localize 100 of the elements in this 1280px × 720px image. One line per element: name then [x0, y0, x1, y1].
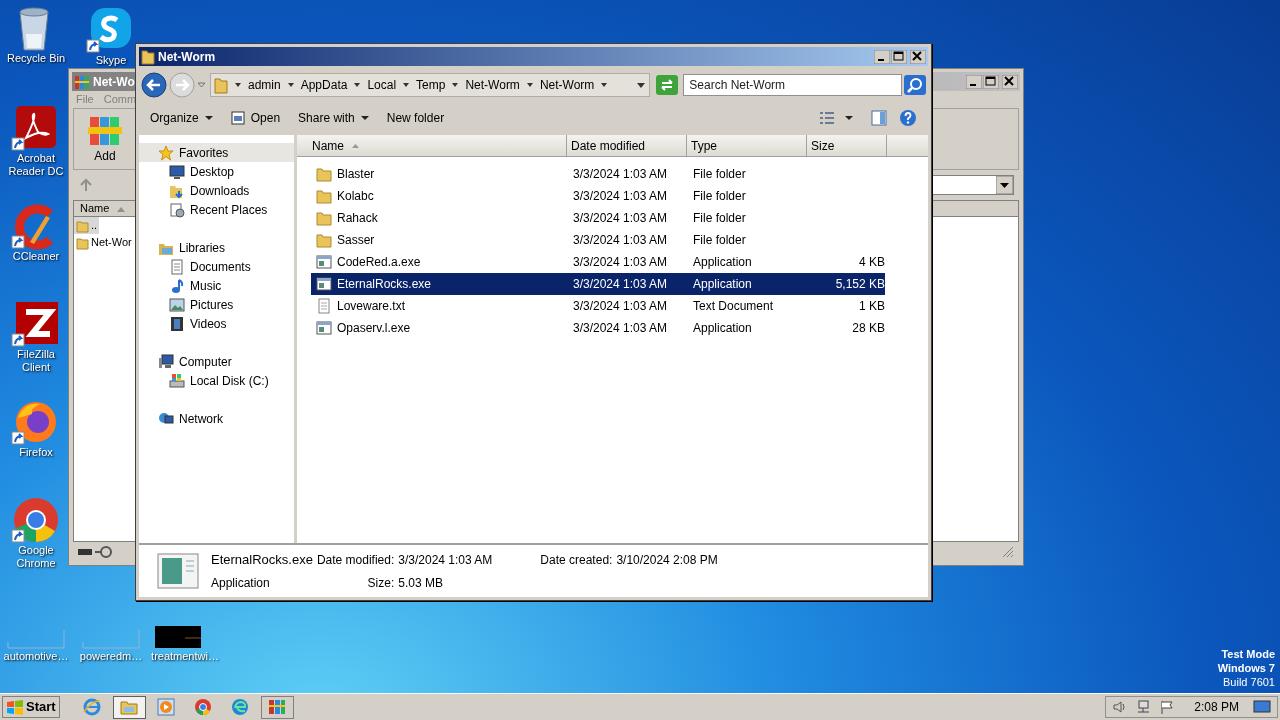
application-thumbnail-icon — [157, 553, 199, 589]
file-row[interactable]: Sasser 3/3/2024 1:03 AM File folder — [311, 229, 885, 251]
folder-icon — [316, 210, 332, 226]
nav-item[interactable]: Recent Places — [139, 200, 294, 219]
caret-icon[interactable] — [353, 81, 362, 89]
file-row[interactable]: EternalRocks.exe 3/3/2024 1:03 AM Application 5,152 KB — [311, 273, 885, 295]
list-row[interactable]: .. — [74, 217, 100, 234]
clock[interactable]: 2:08 PM — [1194, 698, 1239, 716]
toolbar-button[interactable]: Organize — [150, 109, 213, 127]
size-cell-text: 5,152 KB — [835, 276, 885, 293]
caret-icon[interactable] — [525, 81, 534, 89]
address-combobox[interactable] — [932, 175, 1014, 195]
minimize-button[interactable] — [966, 74, 982, 89]
start-button[interactable]: Start — [2, 696, 60, 718]
breadcrumb-item[interactable]: Net-Worm — [465, 76, 520, 94]
maximize-button[interactable] — [983, 74, 999, 89]
icon-label: Skype — [95, 54, 127, 67]
date-cell-text: 3/3/2024 1:03 AM — [573, 254, 669, 271]
toolbar-button[interactable]: New folder — [386, 109, 445, 127]
nav-item[interactable]: Pictures — [139, 295, 294, 314]
system-text: Windows 7 — [1217, 661, 1275, 675]
breadcrumb-item[interactable]: Local — [367, 76, 397, 94]
file-name: Loveware.txt — [337, 298, 406, 315]
breadcrumb-item[interactable]: AppData — [300, 76, 348, 94]
browser-icon — [194, 698, 213, 716]
dropdown-arrow-icon[interactable] — [636, 81, 647, 89]
file-row[interactable]: Rahack 3/3/2024 1:03 AM File folder — [311, 207, 885, 229]
back-button[interactable] — [141, 72, 167, 98]
toolbar-button[interactable]: Add — [88, 113, 122, 165]
folder-icon — [214, 76, 228, 94]
file-row[interactable]: CodeRed.a.exe 3/3/2024 1:03 AM Application 4 KB — [311, 251, 885, 273]
icon-label: Firefox — [19, 446, 53, 459]
monitor-icon[interactable] — [1253, 700, 1271, 714]
close-button[interactable] — [910, 49, 926, 64]
breadcrumb-item[interactable]: admin — [248, 76, 281, 94]
minimize-button[interactable] — [874, 49, 890, 64]
icon-label: treatmentwi… — [151, 650, 219, 663]
nav-item[interactable]: Desktop — [139, 162, 294, 181]
search-button[interactable] — [904, 75, 926, 95]
breadcrumb-item[interactable]: Net-Worm — [539, 76, 595, 94]
address-bar[interactable]: admin AppData Local Temp Net-Worm Net-Worm — [210, 73, 651, 97]
file-row[interactable]: Opaserv.l.exe 3/3/2024 1:03 AM Application 28 KB — [311, 317, 885, 339]
column-header[interactable]: Name — [80, 200, 110, 217]
folder-icon — [316, 232, 332, 248]
caret-icon[interactable] — [402, 81, 411, 89]
flag-icon[interactable] — [1160, 700, 1175, 714]
toolbar-button[interactable]: Share with — [298, 109, 369, 127]
refresh-button[interactable] — [656, 75, 679, 95]
preview-pane-icon[interactable] — [871, 110, 887, 126]
size-cell-text: 1 KB — [859, 298, 885, 315]
application-icon — [316, 276, 332, 292]
caret-icon[interactable] — [286, 81, 295, 89]
nav-item[interactable]: Downloads — [139, 181, 294, 200]
file-name: Sasser — [337, 232, 375, 249]
column-header[interactable]: Size — [807, 135, 887, 156]
nav-item[interactable]: Local Disk (C:) — [139, 371, 294, 390]
folder-icon — [316, 188, 332, 204]
close-button[interactable] — [1002, 74, 1018, 89]
caret-icon[interactable] — [451, 81, 460, 89]
caret-icon[interactable] — [845, 115, 853, 121]
nav-item[interactable]: Music — [139, 276, 294, 295]
caret-icon — [204, 115, 213, 121]
maximize-button[interactable] — [891, 49, 907, 64]
column-header[interactable]: Name — [297, 135, 567, 156]
nav-item[interactable]: Videos — [139, 314, 294, 333]
size-cell-text: 28 KB — [852, 320, 885, 337]
nav-item[interactable]: Favorites — [139, 143, 294, 162]
breadcrumb-item[interactable]: Temp — [416, 76, 446, 94]
column-header[interactable]: Type — [687, 135, 807, 156]
column-header[interactable]: Date modified — [567, 135, 687, 156]
date-cell-text: 3/3/2024 1:03 AM — [573, 298, 669, 315]
play-icon — [157, 698, 176, 716]
file-row[interactable]: Loveware.txt 3/3/2024 1:03 AM Text Document 1 KB — [311, 295, 885, 317]
network-icon — [158, 410, 174, 427]
view-list-icon[interactable] — [819, 111, 835, 125]
nav-item[interactable]: Computer — [139, 352, 294, 371]
taskbar-button[interactable] — [112, 695, 146, 719]
sort-arrow-icon — [352, 143, 359, 148]
file-row[interactable]: Kolabc 3/3/2024 1:03 AM File folder — [311, 185, 885, 207]
type-cell-text: File folder — [693, 188, 747, 205]
search-field[interactable]: Search Net-Worm — [683, 74, 902, 96]
toolbar-button[interactable]: Open — [230, 109, 281, 127]
detail-label: Size: — [366, 574, 395, 592]
file-name: EternalRocks.exe — [211, 551, 313, 570]
caret-icon[interactable] — [600, 81, 609, 89]
sort-arrow-icon — [117, 205, 126, 212]
taskbar-button[interactable] — [260, 695, 294, 719]
caret-icon[interactable] — [234, 81, 242, 89]
nav-item[interactable]: Network — [139, 409, 294, 428]
type-cell-text: File folder — [693, 166, 747, 183]
file-row[interactable]: Blaster 3/3/2024 1:03 AM File folder — [311, 163, 885, 185]
date-cell-text: 3/3/2024 1:03 AM — [573, 320, 669, 337]
nav-item[interactable]: Documents — [139, 257, 294, 276]
folder-icon — [316, 166, 332, 182]
icon-label: CCleaner — [12, 250, 60, 263]
help-icon[interactable] — [899, 109, 917, 127]
list-row[interactable]: Net-Wor — [74, 234, 134, 251]
detail-value: 5.03 MB — [398, 574, 444, 592]
caret-icon — [360, 115, 369, 121]
nav-item[interactable]: Libraries — [139, 238, 294, 257]
